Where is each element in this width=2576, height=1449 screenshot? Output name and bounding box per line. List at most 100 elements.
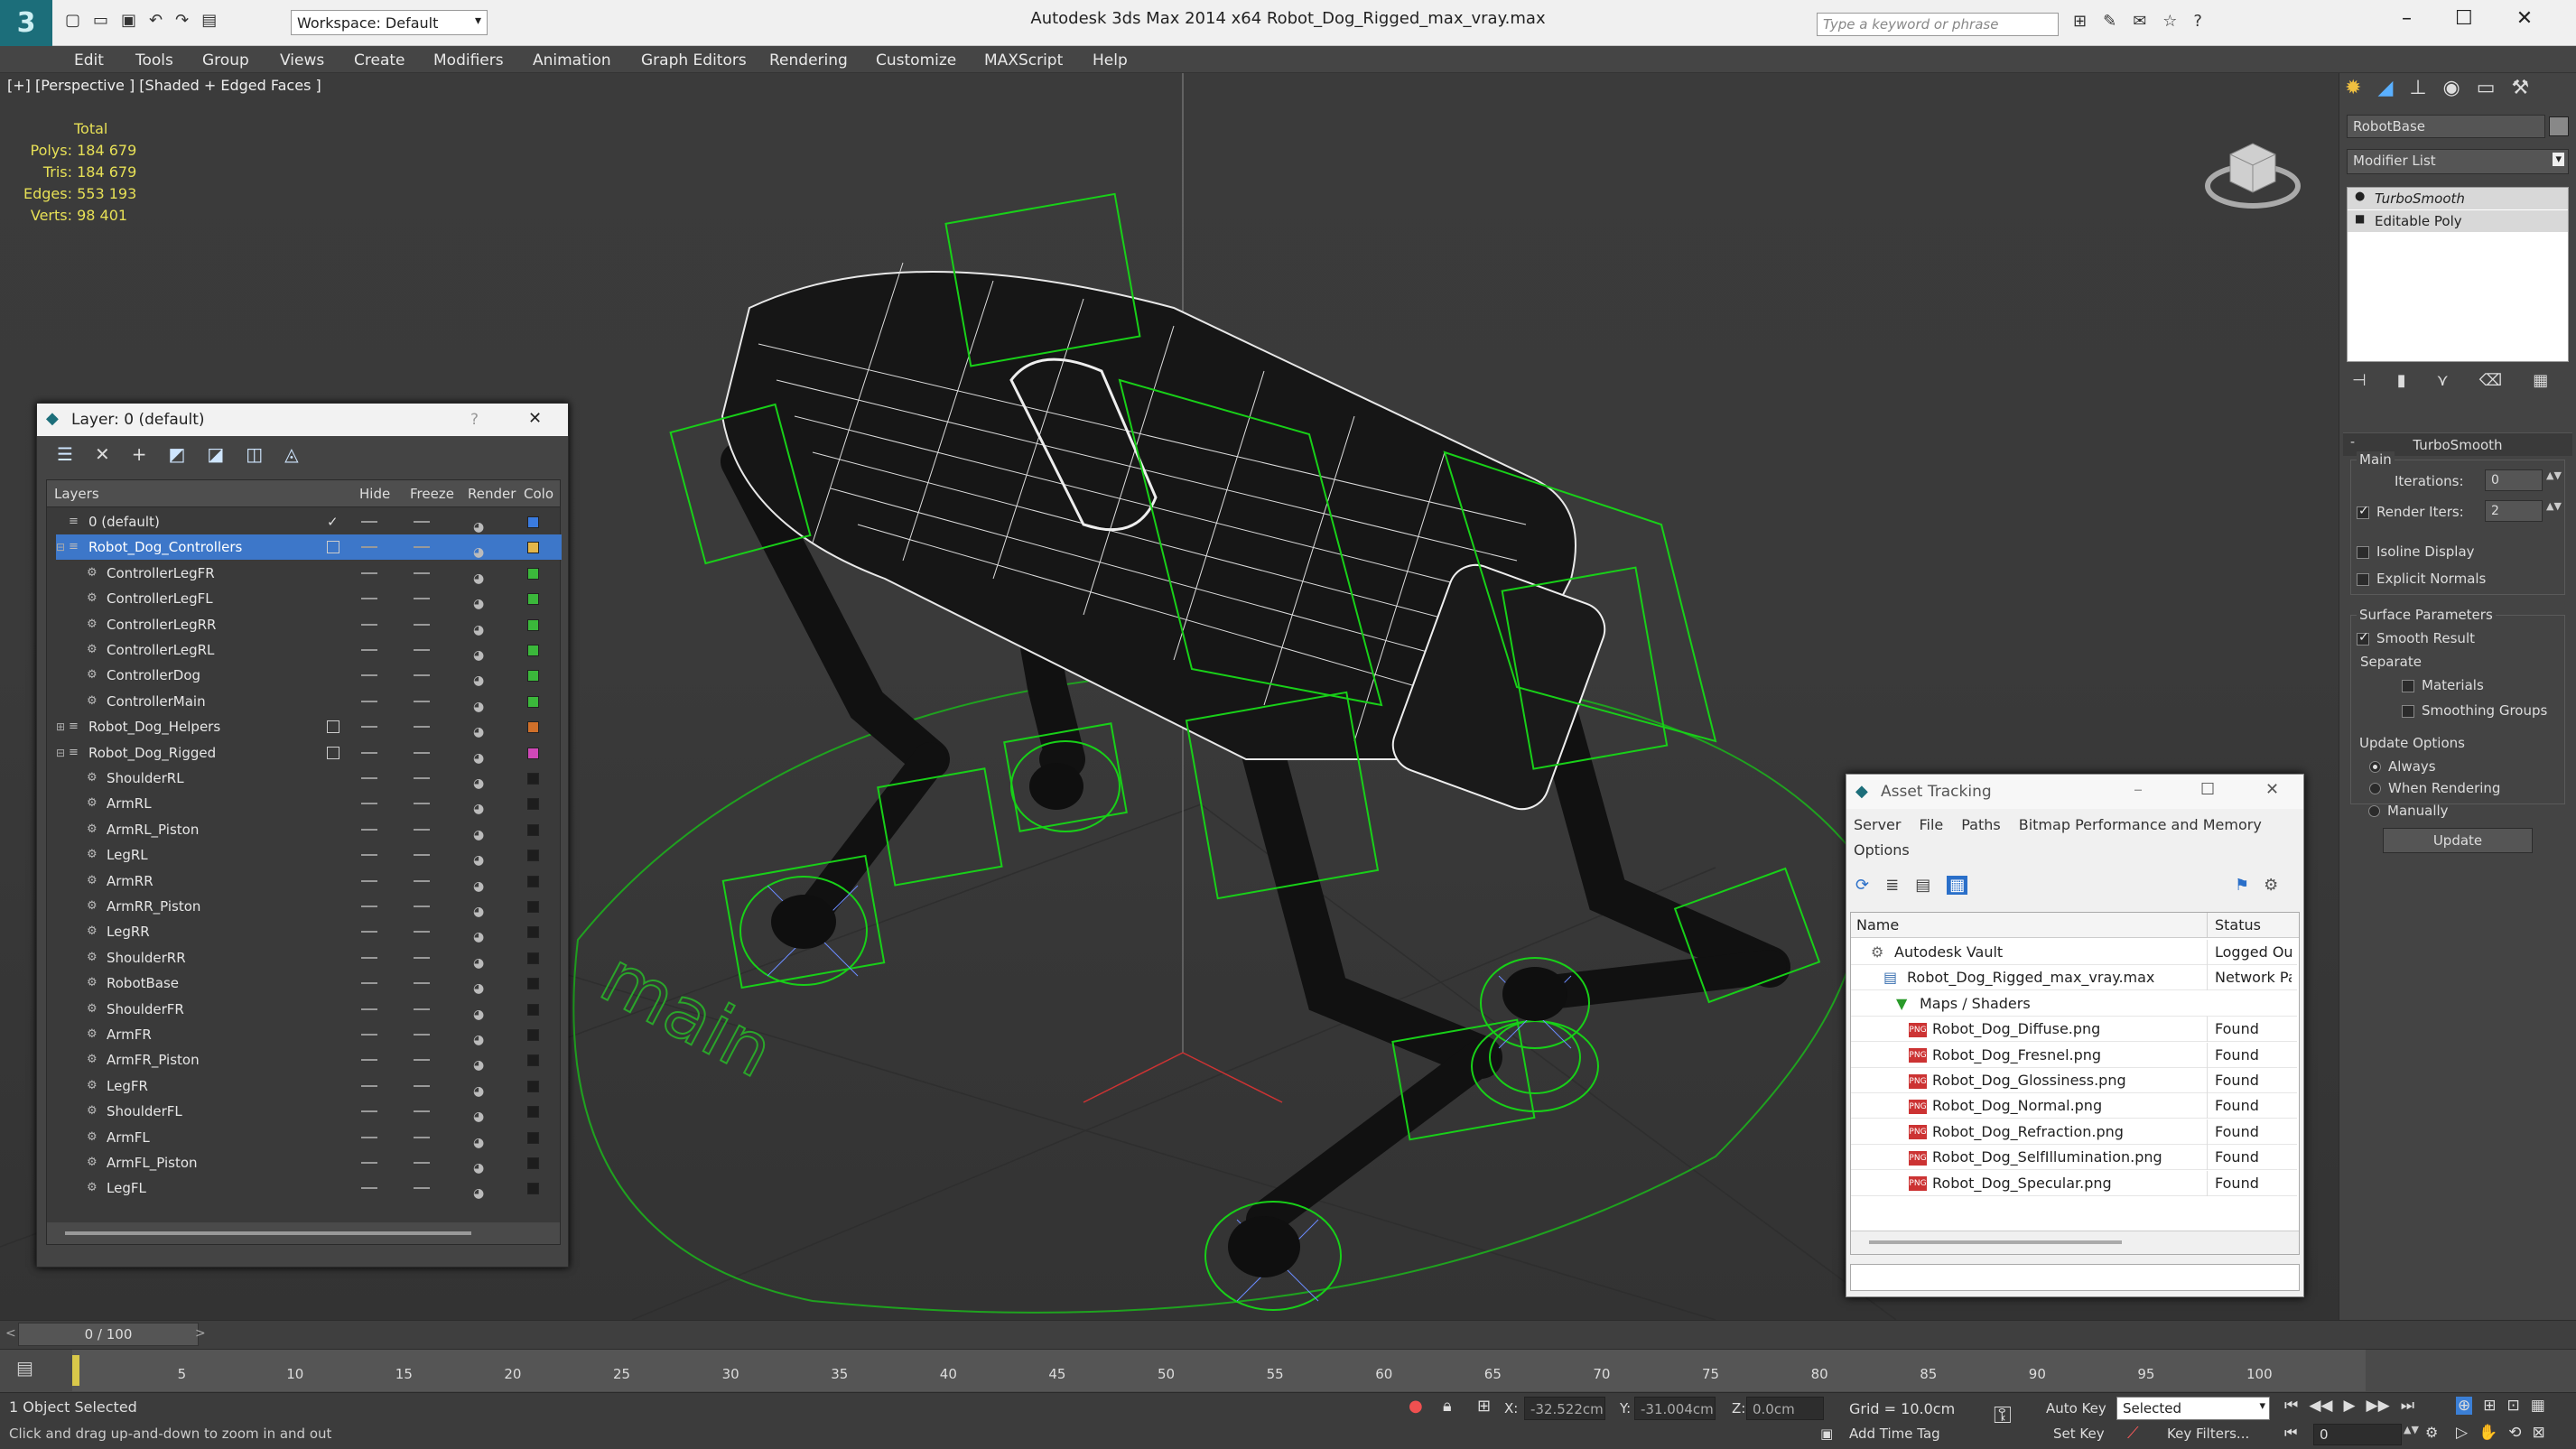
stack-expand-icon[interactable]: ■ xyxy=(2355,212,2365,225)
layer-color-swatch[interactable] xyxy=(527,901,539,913)
next-frame-icon[interactable]: > xyxy=(195,1326,206,1341)
add-time-tag-icon[interactable]: ▣ xyxy=(1820,1426,1833,1442)
freeze-toggle[interactable] xyxy=(414,571,430,574)
hide-toggle[interactable] xyxy=(361,982,377,985)
expand-toggle-icon[interactable]: ⊟ xyxy=(56,534,65,560)
layer-color-swatch[interactable] xyxy=(527,670,539,683)
layer-object-row[interactable]: ⚙ ShoulderRR ◕ xyxy=(56,945,562,971)
menu-bitmap-performance[interactable]: Bitmap Performance and Memory xyxy=(2019,816,2262,833)
hide-toggle[interactable] xyxy=(361,546,377,549)
freeze-toggle[interactable] xyxy=(414,931,430,933)
highlight-layer-icon[interactable]: ◪ xyxy=(207,443,224,465)
freeze-toggle[interactable] xyxy=(414,623,430,626)
hide-toggle[interactable] xyxy=(361,906,377,907)
freeze-toggle[interactable] xyxy=(414,906,430,907)
hide-toggle[interactable] xyxy=(361,623,377,626)
layer-color-swatch[interactable] xyxy=(527,1003,539,1016)
layer-color-swatch[interactable] xyxy=(527,1054,539,1067)
hide-toggle[interactable] xyxy=(361,956,377,959)
hide-toggle[interactable] xyxy=(361,777,377,779)
create-tab-icon[interactable]: ✹ xyxy=(2345,77,2361,99)
key-filters-button[interactable]: Key Filters... xyxy=(2167,1426,2249,1442)
menu-paths[interactable]: Paths xyxy=(1961,816,2000,833)
menu-file[interactable]: File xyxy=(1919,816,1943,833)
explicit-normals-checkbox[interactable] xyxy=(2357,572,2369,586)
key-mode-dropdown[interactable]: Selected ▾ xyxy=(2116,1397,2270,1420)
auto-key-button[interactable]: Auto Key xyxy=(2046,1400,2106,1416)
layer-color-swatch[interactable] xyxy=(527,542,539,554)
layer-object-row[interactable]: ⚙ ControllerLegFL ◕ xyxy=(56,586,562,611)
layer-color-swatch[interactable] xyxy=(527,593,539,606)
freeze-toggle[interactable] xyxy=(414,854,430,857)
create-layer-icon[interactable]: ☰ xyxy=(57,443,73,465)
menu-views[interactable]: Views xyxy=(280,51,324,70)
layer-dialog-titlebar[interactable]: ◆ Layer: 0 (default) ? ✕ xyxy=(37,404,568,436)
object-name-field[interactable]: RobotBase xyxy=(2347,115,2545,138)
detail-view-icon[interactable]: ▤ xyxy=(1915,876,1930,895)
track-bar-ruler[interactable] xyxy=(72,1350,2366,1391)
layer-row[interactable]: ⊞ ≡ Robot_Dog_Helpers ◕ xyxy=(56,714,562,739)
isolate-icon[interactable]: ● xyxy=(1409,1397,1423,1416)
freeze-toggle[interactable] xyxy=(414,1034,430,1036)
layer-color-swatch[interactable] xyxy=(527,823,539,836)
freeze-toggle[interactable] xyxy=(414,598,430,600)
menu-animation[interactable]: Animation xyxy=(533,51,611,70)
asset-horizontal-scrollbar[interactable] xyxy=(1851,1231,2299,1254)
delete-layer-icon[interactable]: ✕ xyxy=(95,443,110,465)
expand-toggle-icon[interactable]: ⊞ xyxy=(56,714,65,739)
freeze-toggle[interactable] xyxy=(414,982,430,985)
table-view-icon[interactable]: ▦ xyxy=(1947,876,1968,895)
hide-toggle[interactable] xyxy=(361,700,377,702)
menu-options[interactable]: Options xyxy=(1854,841,1910,859)
hide-toggle[interactable] xyxy=(361,1008,377,1010)
materials-checkbox[interactable] xyxy=(2402,679,2414,692)
render-iters-checkbox[interactable] xyxy=(2357,504,2369,519)
hide-all-icon[interactable]: ◫ xyxy=(246,443,263,465)
hide-toggle[interactable] xyxy=(361,803,377,805)
menu-edit[interactable]: Edit xyxy=(74,51,104,70)
select-objects-icon[interactable]: ◩ xyxy=(168,443,185,465)
lock-icon[interactable]: 🔒︎ xyxy=(1443,1397,1452,1416)
layer-object-row[interactable]: ⚙ ControllerLegFR ◕ xyxy=(56,561,562,586)
layer-color-swatch[interactable] xyxy=(527,978,539,990)
layer-color-swatch[interactable] xyxy=(527,850,539,862)
layer-color-swatch[interactable] xyxy=(527,1131,539,1144)
freeze-toggle[interactable] xyxy=(414,1084,430,1087)
communication-icon[interactable]: ✉ xyxy=(2133,12,2146,31)
layer-color-swatch[interactable] xyxy=(527,1106,539,1119)
hide-toggle[interactable] xyxy=(361,879,377,882)
layer-color-swatch[interactable] xyxy=(527,926,539,939)
asset-row[interactable]: PNG Robot_Dog_Glossiness.png Found xyxy=(1851,1068,2297,1093)
layer-object-row[interactable]: ⚙ ControllerMain ◕ xyxy=(56,689,562,714)
layer-object-row[interactable]: ⚙ ControllerLegRR ◕ xyxy=(56,612,562,637)
track-bar[interactable]: ▤ 5 10 15 20 25 30 35 40 45 50 55 60 65 70 75 80 85 90 95 1… xyxy=(0,1349,2576,1392)
column-color[interactable]: Colo xyxy=(524,480,553,507)
binoculars-icon[interactable]: ⊞ xyxy=(2073,12,2087,31)
layer-color-swatch[interactable] xyxy=(527,1183,539,1195)
freeze-toggle[interactable] xyxy=(414,879,430,882)
asset-row[interactable]: PNG Robot_Dog_Normal.png Found xyxy=(1851,1093,2297,1119)
column-layers[interactable]: Layers xyxy=(54,480,99,507)
freeze-toggle[interactable] xyxy=(414,1162,430,1164)
freeze-toggle[interactable] xyxy=(414,546,430,549)
time-slider-thumb[interactable]: 0 / 100 xyxy=(18,1323,199,1346)
current-frame-marker[interactable] xyxy=(72,1355,79,1386)
current-frame-field[interactable]: 0 xyxy=(2313,1424,2402,1445)
menu-modifiers[interactable]: Modifiers xyxy=(433,51,504,70)
layer-color-swatch[interactable] xyxy=(527,798,539,811)
key-mode-toggle-icon[interactable]: ⏮ xyxy=(2284,1424,2297,1442)
horizontal-scrollbar[interactable] xyxy=(47,1222,560,1244)
menu-graph-editors[interactable]: Graph Editors xyxy=(641,51,747,70)
layer-object-row[interactable]: ⚙ ArmRR_Piston ◕ xyxy=(56,894,562,919)
help-icon[interactable]: ? xyxy=(2193,12,2202,31)
freeze-toggle[interactable] xyxy=(414,777,430,779)
menu-tools[interactable]: Tools xyxy=(135,51,173,70)
viewcube[interactable] xyxy=(2203,118,2302,218)
hide-toggle[interactable] xyxy=(361,571,377,574)
asset-row[interactable]: PNG Robot_Dog_SelfIllumination.png Found xyxy=(1851,1145,2297,1171)
layer-color-swatch[interactable] xyxy=(527,1029,539,1041)
hide-toggle[interactable] xyxy=(361,1059,377,1062)
zoom-icon[interactable]: ⊕ xyxy=(2456,1397,2473,1415)
list-view-icon[interactable]: ≣ xyxy=(1885,876,1899,895)
layer-color-swatch[interactable] xyxy=(527,695,539,708)
